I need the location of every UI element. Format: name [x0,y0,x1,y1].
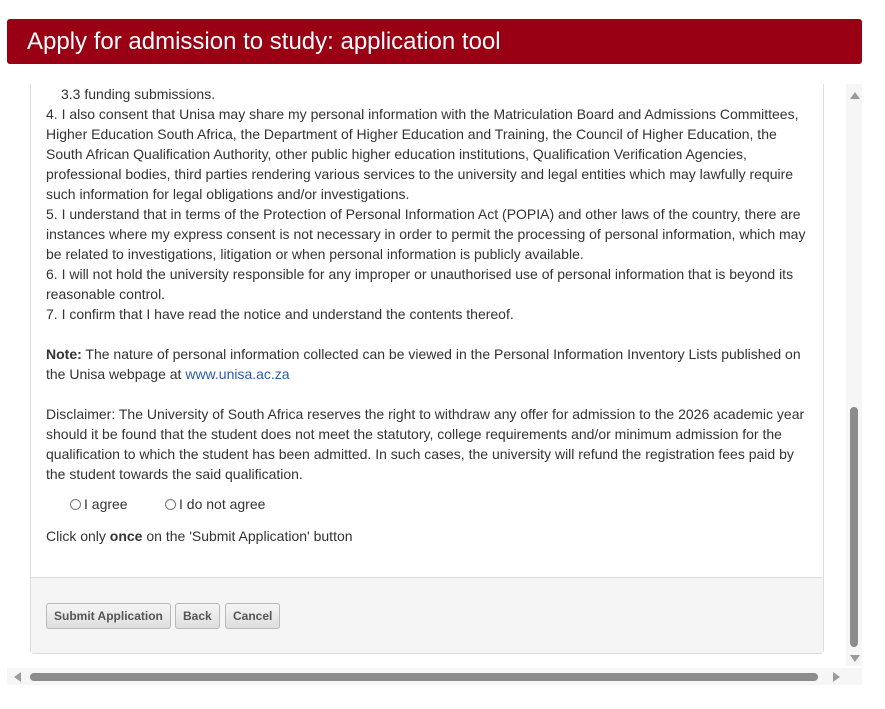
disagree-label: I do not agree [179,496,266,512]
vertical-scroll-thumb[interactable] [850,407,858,647]
horizontal-scrollbar[interactable] [7,668,862,685]
disagree-option[interactable]: I do not agree [165,494,265,514]
instruction-emphasis: once [109,528,143,544]
consent-item-4: 4. I also consent that Unisa may share m… [46,106,799,202]
cancel-button[interactable]: Cancel [225,603,281,629]
note-paragraph: Note: The nature of personal information… [46,344,811,384]
note-label: Note: [46,346,82,362]
scroll-left-arrow-icon[interactable] [14,672,21,682]
scroll-up-arrow-icon[interactable] [850,92,860,99]
instruction-suffix: on the 'Submit Application' button [142,528,353,544]
agree-option[interactable]: I agree [70,494,128,514]
consent-item-6: 6. I will not hold the university respon… [46,266,794,302]
consent-item-5: 5. I understand that in terms of the Pro… [46,206,806,262]
page-header: Apply for admission to study: applicatio… [7,19,862,64]
consent-item-7: 7. I confirm that I have read the notice… [46,306,514,322]
disclaimer-paragraph: Disclaimer: The University of South Afri… [46,406,805,482]
agree-radio[interactable] [70,498,81,510]
note-text: The nature of personal information colle… [46,346,801,382]
agreement-radio-group: I agree I do not agree [46,484,811,526]
agree-label: I agree [84,496,128,512]
instruction-prefix: Click only [46,528,110,544]
unisa-website-link[interactable]: www.unisa.ac.za [185,366,289,382]
horizontal-scroll-thumb[interactable] [30,673,818,681]
scroll-down-arrow-icon[interactable] [850,655,860,662]
vertical-scrollbar[interactable] [846,84,862,666]
disagree-radio[interactable] [165,498,176,510]
page-title: Apply for admission to study: applicatio… [27,28,501,55]
submit-instruction: Click only once on the 'Submit Applicati… [46,526,811,546]
scroll-right-arrow-icon[interactable] [833,672,840,682]
consent-content: 3.3 funding submissions. 4. I also conse… [46,84,811,546]
back-button[interactable]: Back [175,603,220,629]
form-footer: Submit Application Back Cancel [31,577,823,653]
application-panel: 3.3 funding submissions. 4. I also conse… [30,84,824,654]
consent-item-3-3: 3.3 funding submissions. [61,86,216,102]
submit-application-button[interactable]: Submit Application [46,603,171,629]
